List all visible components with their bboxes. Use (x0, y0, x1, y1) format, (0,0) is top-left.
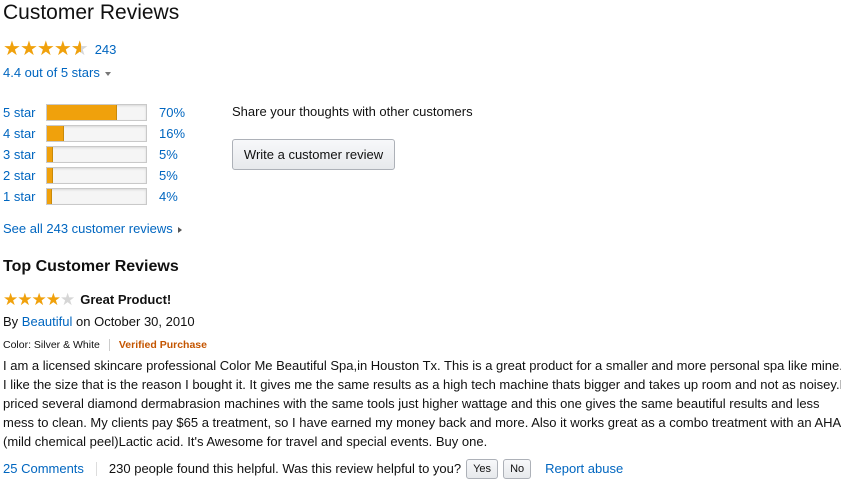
divider (108, 339, 110, 351)
histogram-bar-fill (47, 126, 64, 141)
histogram-bar[interactable] (46, 125, 147, 142)
histogram-bar[interactable] (46, 188, 147, 205)
review-byline: By Beautiful on October 30, 2010 (3, 314, 195, 329)
histogram-row-1[interactable]: 1 star 4% (3, 186, 185, 207)
histogram-bar-fill (47, 105, 118, 120)
rating-histogram: 5 star 70% 4 star 16% 3 star 5% 2 star 5… (3, 102, 185, 207)
review-date: on October 30, 2010 (76, 314, 195, 329)
average-rating-dropdown[interactable]: 4.4 out of 5 stars (3, 65, 111, 80)
comments-link[interactable]: 25 Comments (3, 461, 84, 476)
histogram-label[interactable]: 5 star (3, 105, 46, 120)
histogram-percent[interactable]: 70% (159, 105, 185, 120)
chevron-down-icon (104, 71, 111, 76)
review-header: ★ ★ ★ ★ ★ Great Product! (3, 291, 171, 308)
helpful-yes-button[interactable]: Yes (466, 458, 499, 479)
histogram-percent[interactable]: 4% (159, 189, 178, 204)
top-reviews-heading: Top Customer Reviews (3, 258, 179, 275)
verified-purchase-badge: Verified Purchase (118, 339, 207, 351)
review-footer: 25 Comments 230 people found this helpfu… (3, 458, 623, 479)
histogram-percent[interactable]: 5% (159, 168, 178, 183)
review-meta: Color: Silver & White Verified Purchase (3, 339, 207, 351)
average-rating-stars[interactable]: ★ ★ ★ ★ ★ ★ 243 (3, 39, 116, 59)
histogram-label[interactable]: 2 star (3, 168, 46, 183)
histogram-percent[interactable]: 5% (159, 147, 178, 162)
review-body-line: I like the size that is the reason I bou… (3, 377, 841, 392)
share-prompt: Share your thoughts with other customers (232, 104, 473, 119)
review-title[interactable]: Great Product! (80, 292, 171, 307)
review-body: I am a licensed skincare professional Co… (3, 356, 841, 451)
report-abuse-link[interactable]: Report abuse (545, 461, 623, 476)
page-title: Customer Reviews (3, 1, 180, 24)
helpful-no-button[interactable]: No (503, 458, 532, 479)
average-rating-text: 4.4 out of 5 stars (3, 65, 100, 80)
chevron-right-icon (177, 226, 182, 233)
histogram-bar[interactable] (46, 167, 147, 184)
see-all-reviews-link[interactable]: See all 243 customer reviews (3, 221, 182, 236)
star-icon: ★ (17, 290, 32, 309)
histogram-row-5[interactable]: 5 star 70% (3, 102, 185, 123)
histogram-bar[interactable] (46, 104, 147, 121)
helpful-text: 230 people found this helpful. Was this … (108, 461, 462, 476)
see-all-reviews-text: See all 243 customer reviews (3, 221, 173, 236)
histogram-bar-fill (47, 147, 53, 162)
review-body-line: I am a licensed skincare professional Co… (3, 358, 841, 373)
empty-star-icon: ★ (60, 290, 75, 309)
review-author-link[interactable]: Beautiful (22, 314, 73, 329)
histogram-row-4[interactable]: 4 star 16% (3, 123, 185, 144)
star-icon: ★ (53, 38, 72, 60)
by-prefix: By (3, 314, 19, 329)
histogram-percent[interactable]: 16% (159, 126, 185, 141)
review-body-line: priced several diamond dermabrasion mach… (3, 396, 820, 411)
review-color-variant: Color: Silver & White (3, 339, 100, 351)
histogram-row-2[interactable]: 2 star 5% (3, 165, 185, 186)
star-icon: ★ (3, 290, 18, 309)
histogram-label[interactable]: 1 star (3, 189, 46, 204)
star-icon: ★ (19, 38, 38, 60)
star-icon: ★ (45, 290, 61, 309)
divider (95, 461, 97, 476)
star-icon: ★ (3, 38, 21, 60)
rating-count-link[interactable]: 243 (95, 42, 117, 57)
histogram-bar-fill (47, 168, 53, 183)
histogram-bar[interactable] (46, 146, 147, 163)
write-review-button[interactable]: Write a customer review (232, 139, 395, 170)
star-icon: ★ (31, 290, 47, 309)
histogram-row-3[interactable]: 3 star 5% (3, 144, 185, 165)
histogram-label[interactable]: 3 star (3, 147, 46, 162)
half-star-icon: ★ ★ (70, 38, 89, 60)
star-icon: ★ (36, 38, 55, 60)
histogram-bar-fill (47, 189, 52, 204)
review-body-line: mess to clean. My clients pay $65 a trea… (3, 415, 841, 430)
review-body-line: (mild chemical peel)Lactic acid. It's Aw… (3, 434, 488, 449)
histogram-label[interactable]: 4 star (3, 126, 46, 141)
